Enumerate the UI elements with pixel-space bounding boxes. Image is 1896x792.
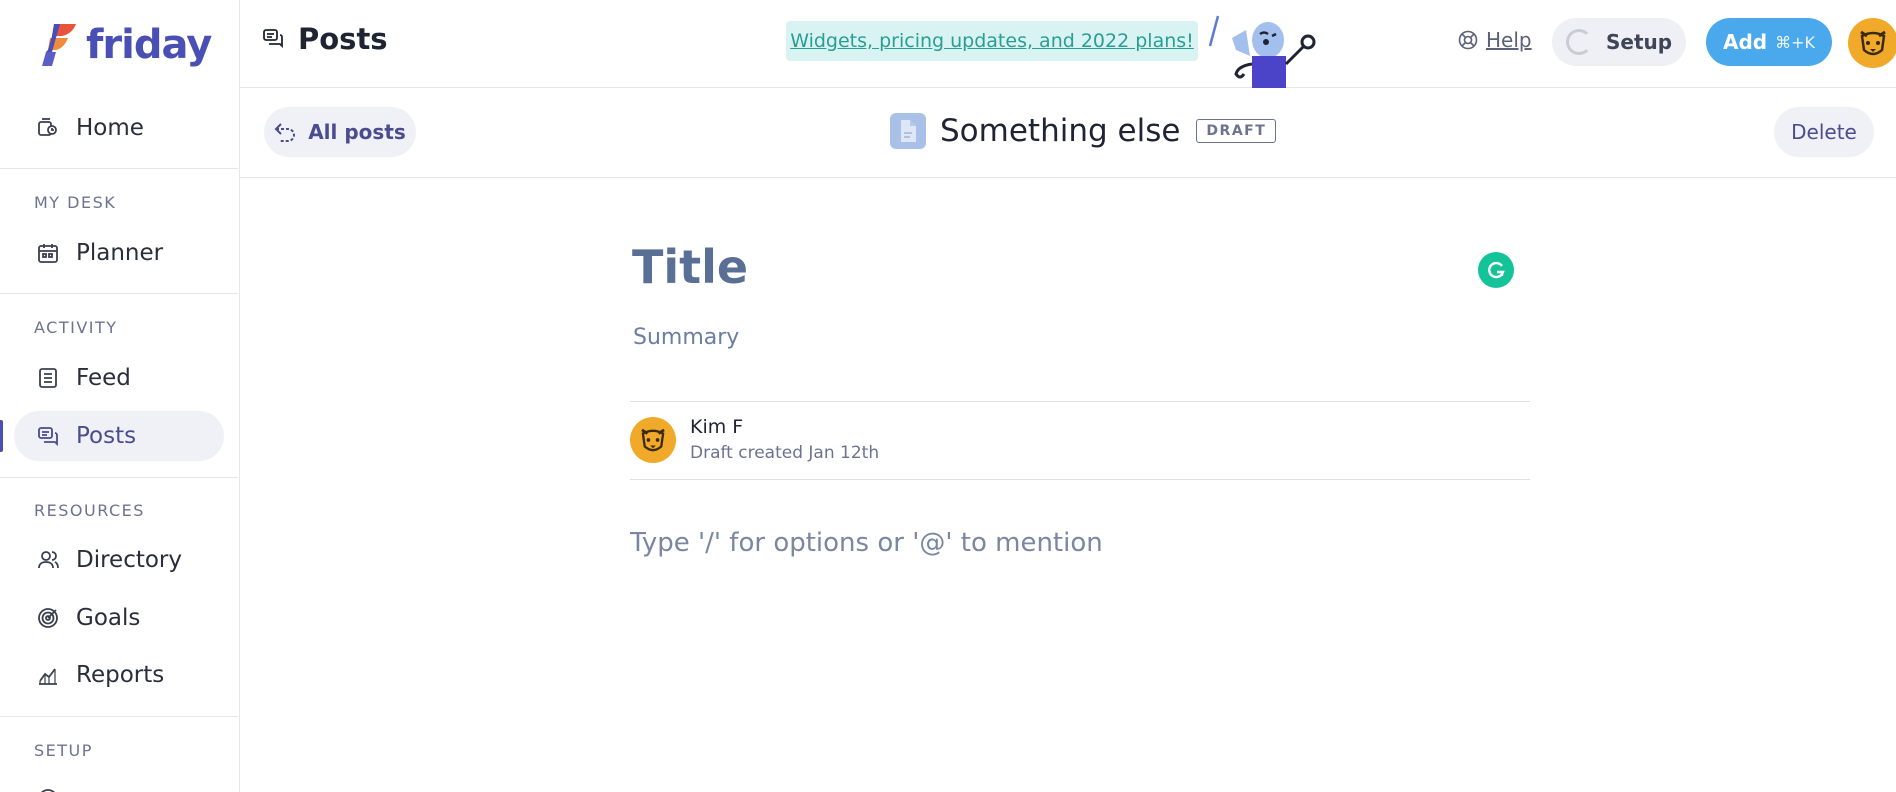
top-bar: Posts Widgets, pricing updates, and 2022… bbox=[240, 0, 1896, 88]
section-label-resources: RESOURCES bbox=[34, 501, 145, 520]
back-arrow-icon bbox=[274, 123, 296, 142]
goals-icon bbox=[36, 606, 60, 630]
summary-input[interactable]: Summary bbox=[633, 325, 739, 350]
sidebar-divider bbox=[0, 477, 238, 478]
sidebar: friday Home MY DESK Planner ACTIVITY Fee… bbox=[0, 0, 240, 792]
sidebar-item-label: Reports bbox=[76, 662, 165, 688]
post-toolbar: All posts Something else DRAFT Delete bbox=[240, 88, 1896, 178]
delete-button[interactable]: Delete bbox=[1774, 107, 1874, 157]
announcement-banner: Widgets, pricing updates, and 2022 plans… bbox=[786, 21, 1198, 61]
user-avatar[interactable] bbox=[1848, 18, 1896, 68]
section-label-my-desk: MY DESK bbox=[34, 193, 117, 212]
all-posts-button[interactable]: All posts bbox=[264, 107, 416, 157]
sidebar-divider bbox=[0, 716, 238, 717]
status-badge: DRAFT bbox=[1196, 119, 1277, 143]
author-avatar[interactable] bbox=[630, 417, 676, 463]
body-editor[interactable]: Type '/' for options or '@' to mention bbox=[630, 528, 1103, 558]
sidebar-item-directory[interactable]: Directory bbox=[14, 535, 224, 585]
feed-icon bbox=[36, 366, 60, 390]
sidebar-item-label: Planner bbox=[76, 240, 164, 266]
section-label-setup: SETUP bbox=[34, 741, 93, 760]
sidebar-item-planner[interactable]: Planner bbox=[14, 228, 224, 278]
megaphone-mascot-illustration bbox=[1208, 15, 1316, 88]
setup-button[interactable]: Setup bbox=[1552, 18, 1686, 66]
post-name[interactable]: Something else bbox=[940, 113, 1180, 149]
author-name[interactable]: Kim F bbox=[690, 416, 743, 438]
divider bbox=[630, 401, 1530, 402]
add-button[interactable]: Add ⌘+K bbox=[1706, 18, 1832, 66]
sidebar-item-label: Goals bbox=[76, 605, 141, 631]
post-heading: Something else DRAFT bbox=[890, 113, 1277, 149]
posts-icon bbox=[262, 22, 284, 56]
sidebar-divider bbox=[0, 293, 238, 294]
directory-icon bbox=[36, 548, 60, 572]
friday-logo[interactable]: friday bbox=[42, 20, 212, 70]
home-icon bbox=[36, 116, 60, 140]
friday-logo-icon bbox=[42, 24, 76, 66]
author-meta: Draft created Jan 12th bbox=[690, 443, 880, 463]
app-name: friday bbox=[86, 22, 212, 68]
sidebar-item-partial[interactable] bbox=[14, 774, 224, 792]
reports-icon bbox=[36, 663, 60, 687]
sidebar-item-goals[interactable]: Goals bbox=[14, 593, 224, 643]
all-posts-label: All posts bbox=[308, 120, 406, 144]
sidebar-item-label: Posts bbox=[76, 423, 137, 449]
planner-icon bbox=[36, 241, 60, 265]
page-title: Posts bbox=[262, 22, 388, 56]
sidebar-item-label: Home bbox=[76, 115, 144, 141]
sidebar-item-feed[interactable]: Feed bbox=[14, 353, 224, 403]
setup-label: Setup bbox=[1606, 30, 1673, 54]
checklist-icon bbox=[36, 787, 60, 792]
dog-avatar-icon bbox=[1860, 30, 1886, 56]
add-label: Add bbox=[1722, 30, 1768, 54]
page-title-text: Posts bbox=[298, 22, 388, 56]
sidebar-item-label: Feed bbox=[76, 365, 131, 391]
announcement-link[interactable]: Widgets, pricing updates, and 2022 plans… bbox=[790, 30, 1194, 52]
divider bbox=[630, 479, 1530, 480]
active-indicator bbox=[0, 420, 3, 452]
grammarly-icon[interactable] bbox=[1478, 252, 1514, 288]
help-link[interactable]: Help bbox=[1458, 28, 1532, 52]
help-label: Help bbox=[1486, 28, 1532, 52]
sidebar-item-posts[interactable]: Posts bbox=[14, 411, 224, 461]
sidebar-divider bbox=[0, 168, 238, 169]
document-icon[interactable] bbox=[890, 113, 926, 149]
sidebar-item-home[interactable]: Home bbox=[14, 103, 224, 153]
setup-progress-spinner bbox=[1566, 29, 1592, 55]
title-input[interactable]: Title bbox=[632, 240, 748, 294]
posts-icon bbox=[36, 424, 60, 448]
add-shortcut: ⌘+K bbox=[1775, 32, 1816, 52]
sidebar-item-reports[interactable]: Reports bbox=[14, 650, 224, 700]
dog-avatar-icon bbox=[641, 428, 665, 452]
help-icon bbox=[1458, 30, 1478, 50]
sidebar-item-label: Directory bbox=[76, 547, 183, 573]
section-label-activity: ACTIVITY bbox=[34, 318, 118, 337]
